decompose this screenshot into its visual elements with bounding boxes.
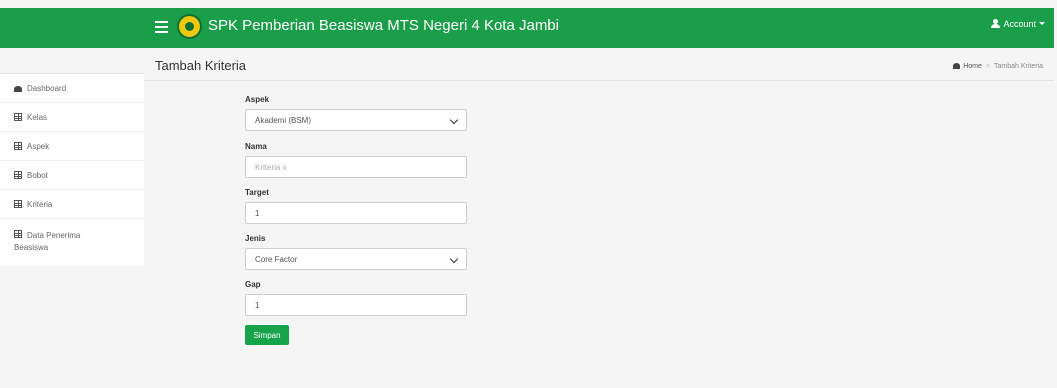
account-menu[interactable]: Account bbox=[991, 19, 1045, 29]
navbar: SPK Pemberian Beasiswa MTS Negeri 4 Kota… bbox=[0, 8, 1057, 48]
breadcrumb: Home > Tambah Kriteria bbox=[953, 63, 1043, 70]
sidebar-item-label: Kelas bbox=[27, 112, 48, 122]
sidebar-item-dashboard[interactable]: Dashboard bbox=[0, 74, 144, 103]
sidebar-item-kriteria[interactable]: Kriteria bbox=[0, 190, 144, 219]
page-title: Tambah Kriteria bbox=[155, 58, 247, 73]
caret-down-icon bbox=[1039, 22, 1045, 25]
gap-input-value: 1 bbox=[255, 300, 260, 310]
gap-label: Gap bbox=[245, 280, 261, 289]
sidebar-item-bobot[interactable]: Bobot bbox=[0, 161, 144, 190]
dashboard-icon bbox=[14, 85, 22, 92]
chevron-down-icon bbox=[449, 115, 459, 125]
breadcrumb-separator: > bbox=[985, 63, 990, 70]
school-logo-icon bbox=[177, 14, 202, 39]
breadcrumb-current: Tambah Kriteria bbox=[993, 63, 1043, 70]
hamburger-menu-icon[interactable] bbox=[155, 21, 168, 33]
account-label: Account bbox=[1003, 19, 1036, 29]
sidebar: Dashboard Kelas Aspek Bobot Kriteria Dat… bbox=[0, 73, 144, 266]
aspek-label: Aspek bbox=[245, 95, 270, 104]
target-label: Target bbox=[245, 188, 269, 197]
user-icon bbox=[991, 19, 1001, 28]
sidebar-item-kelas[interactable]: Kelas bbox=[0, 103, 144, 132]
simpan-button[interactable]: Simpan bbox=[245, 325, 289, 345]
target-input[interactable]: 1 bbox=[245, 202, 467, 224]
nama-input-placeholder: Kriteria x bbox=[255, 162, 287, 172]
content-header: Tambah Kriteria Home > Tambah Kriteria bbox=[144, 55, 1057, 81]
sidebar-item-label: Bobot bbox=[27, 170, 48, 180]
table-icon bbox=[14, 230, 22, 238]
aspek-select[interactable]: Akademi (BSM) bbox=[245, 109, 467, 131]
table-icon bbox=[14, 113, 22, 121]
sidebar-item-label: Kriteria bbox=[27, 199, 53, 209]
sidebar-item-label: Data Penerima bbox=[27, 231, 81, 240]
table-icon bbox=[14, 171, 22, 179]
nama-input[interactable]: Kriteria x bbox=[245, 156, 467, 178]
nama-label: Nama bbox=[245, 142, 267, 151]
top-gap bbox=[0, 0, 1057, 8]
target-input-value: 1 bbox=[255, 208, 260, 218]
breadcrumb-home[interactable]: Home bbox=[963, 63, 982, 70]
app-title: SPK Pemberian Beasiswa MTS Negeri 4 Kota… bbox=[208, 17, 559, 34]
jenis-label: Jenis bbox=[245, 234, 266, 243]
jenis-select[interactable]: Core Factor bbox=[245, 248, 467, 270]
chevron-down-icon bbox=[449, 254, 459, 264]
sidebar-item-label: Dashboard bbox=[27, 83, 67, 93]
sidebar-item-data-penerima-beasiswa[interactable]: Data Penerima Beasiswa bbox=[0, 219, 144, 262]
sidebar-item-aspek[interactable]: Aspek bbox=[0, 132, 144, 161]
gap-input[interactable]: 1 bbox=[245, 294, 467, 316]
jenis-select-value: Core Factor bbox=[255, 254, 298, 264]
dashboard-icon bbox=[953, 63, 961, 69]
aspek-select-value: Akademi (BSM) bbox=[255, 115, 312, 125]
sidebar-item-label-line2: Beasiswa bbox=[14, 243, 49, 252]
sidebar-item-label: Aspek bbox=[27, 141, 50, 151]
table-icon bbox=[14, 142, 22, 150]
table-icon bbox=[14, 200, 22, 208]
